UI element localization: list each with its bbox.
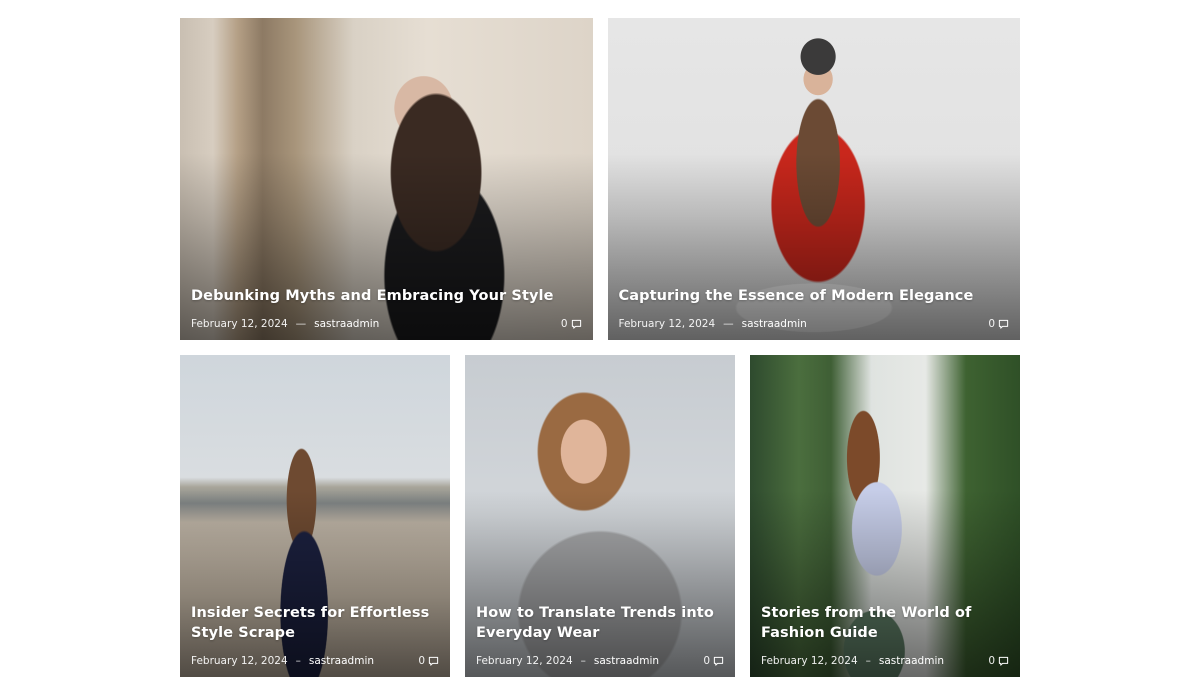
post-author[interactable]: sastraadmin [879,655,944,667]
comments-count: 0 [988,655,995,667]
post-title-link[interactable]: Stories from the World of Fashion Guide [761,603,1009,643]
post-date[interactable]: February 12, 2024 [476,655,573,667]
post-content: Capturing the Essence of Modern Elegance… [619,286,1010,330]
post-row-bottom: Insider Secrets for Effortless Style Scr… [180,355,1020,677]
post-date[interactable]: February 12, 2024 [191,318,288,330]
post-date[interactable]: February 12, 2024 [761,655,858,667]
post-content: Debunking Myths and Embracing Your Style… [191,286,582,330]
post-row-top: Debunking Myths and Embracing Your Style… [180,18,1020,340]
post-grid: Debunking Myths and Embracing Your Style… [180,18,1020,677]
comments-count: 0 [703,655,710,667]
comments-count-link[interactable]: 0 [988,318,1009,330]
meta-separator: – [865,655,871,667]
post-meta: February 12, 2024 – sastraadmin 0 [761,655,1009,667]
comment-icon [428,656,439,666]
post-author[interactable]: sastraadmin [594,655,659,667]
meta-separator: — [295,318,307,330]
post-title-link[interactable]: Debunking Myths and Embracing Your Style [191,286,582,306]
comments-count-link[interactable]: 0 [561,318,582,330]
comments-count-link[interactable]: 0 [988,655,1009,667]
post-meta: February 12, 2024 — sastraadmin 0 [619,318,1010,330]
comments-count: 0 [988,318,995,330]
post-card[interactable]: Debunking Myths and Embracing Your Style… [180,18,593,340]
comment-icon [998,656,1009,666]
post-date[interactable]: February 12, 2024 [191,655,288,667]
post-author[interactable]: sastraadmin [309,655,374,667]
post-card[interactable]: Insider Secrets for Effortless Style Scr… [180,355,450,677]
comments-count: 0 [560,318,568,330]
post-date[interactable]: February 12, 2024 [619,318,716,330]
post-meta: February 12, 2024 – sastraadmin 0 [476,655,724,667]
meta-separator: – [295,655,301,667]
post-meta: February 12, 2024 — sastraadmin 0 [191,318,582,330]
comment-icon [571,319,581,329]
post-meta: February 12, 2024 – sastraadmin 0 [191,655,439,667]
post-title-link[interactable]: Insider Secrets for Effortless Style Scr… [191,603,439,643]
post-content: Insider Secrets for Effortless Style Scr… [191,603,439,667]
post-author[interactable]: sastraadmin [314,318,379,330]
meta-separator: – [580,655,586,667]
comment-icon [998,319,1009,329]
post-author[interactable]: sastraadmin [742,318,807,330]
post-card[interactable]: Stories from the World of Fashion Guide … [750,355,1020,677]
post-card[interactable]: Capturing the Essence of Modern Elegance… [607,18,1020,340]
comment-icon [713,656,724,666]
comments-count: 0 [418,655,425,667]
post-card[interactable]: How to Translate Trends into Everyday We… [465,355,735,677]
post-title-link[interactable]: How to Translate Trends into Everyday We… [476,603,724,643]
post-title-link[interactable]: Capturing the Essence of Modern Elegance [619,286,1010,306]
comments-count-link[interactable]: 0 [703,655,724,667]
post-content: Stories from the World of Fashion Guide … [761,603,1009,667]
post-content: How to Translate Trends into Everyday We… [476,603,724,667]
comments-count-link[interactable]: 0 [418,655,439,667]
meta-separator: — [723,318,734,330]
